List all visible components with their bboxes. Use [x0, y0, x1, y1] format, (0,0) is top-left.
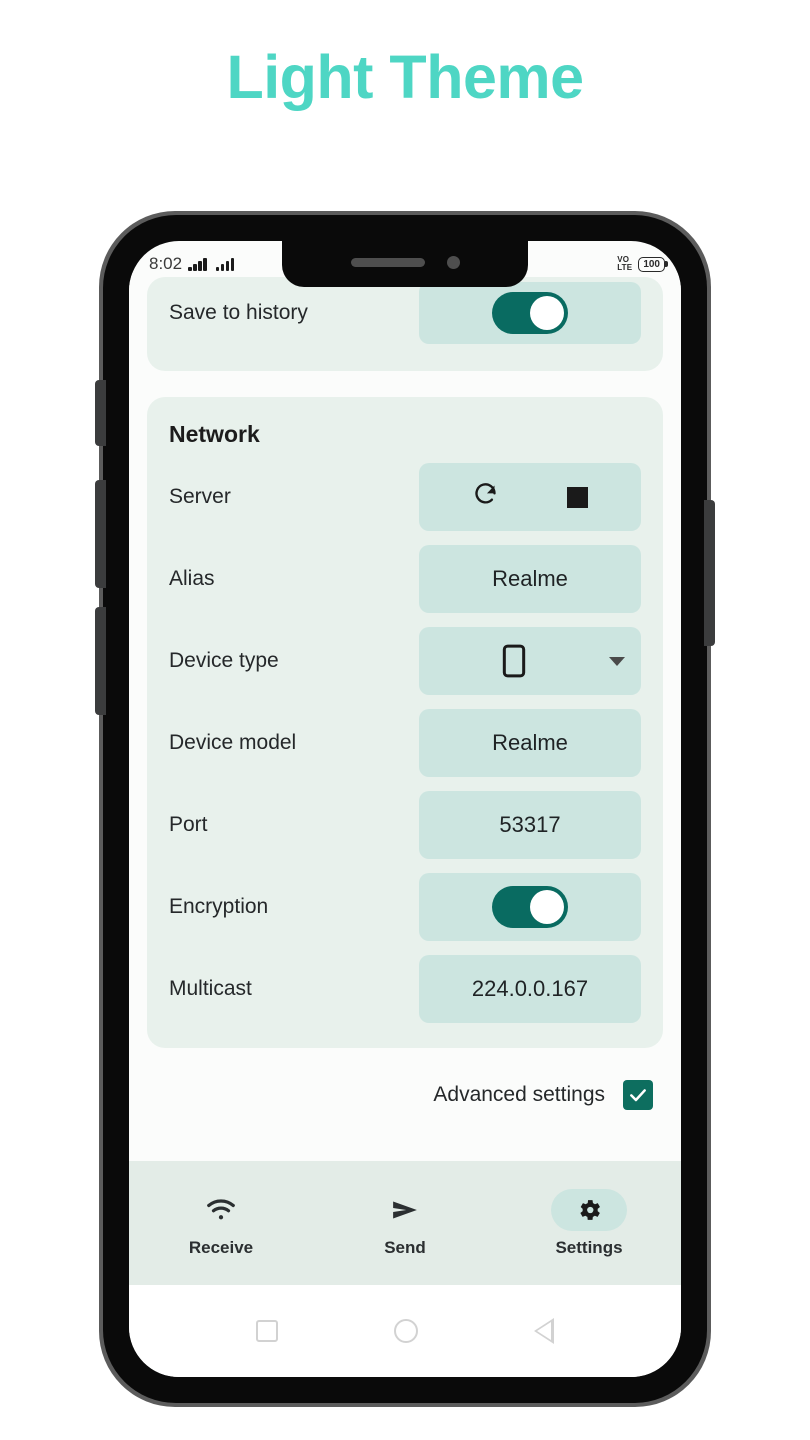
device-type-select-inner	[419, 644, 641, 678]
status-bar-left: 8:02	[149, 254, 235, 274]
gear-icon	[551, 1188, 627, 1231]
send-icon	[367, 1189, 443, 1231]
nav-item-receive[interactable]: Receive	[129, 1189, 313, 1258]
setting-row-multicast[interactable]: Multicast 224.0.0.167	[169, 948, 641, 1030]
network-card: Network Server Alias Realme Device type …	[147, 397, 663, 1048]
save-to-history-toggle-box[interactable]	[419, 282, 641, 344]
general-card: Save to history	[147, 277, 663, 371]
nav-item-settings[interactable]: Settings	[497, 1188, 681, 1258]
volte-line-1: VO	[617, 254, 630, 264]
toggle-knob	[530, 890, 564, 924]
chevron-down-icon[interactable]	[609, 656, 625, 666]
advanced-settings-label: Advanced settings	[433, 1083, 605, 1106]
nav-label-send: Send	[384, 1237, 426, 1257]
nav-label-receive: Receive	[188, 1237, 254, 1257]
advanced-settings-row[interactable]: Advanced settings	[147, 1074, 663, 1110]
volte-line-2: LTE	[617, 263, 633, 272]
encryption-toggle-box[interactable]	[419, 873, 641, 941]
device-type-label: Device type	[169, 649, 279, 672]
nav-label-settings: Settings	[555, 1237, 623, 1257]
save-to-history-toggle[interactable]	[492, 292, 568, 334]
alias-label: Alias	[169, 567, 215, 590]
circle-icon[interactable]	[394, 1319, 418, 1343]
notch	[282, 241, 528, 287]
network-card-title: Network	[169, 421, 260, 447]
check-icon	[630, 1089, 646, 1102]
bottom-nav: Receive Send Settings	[129, 1161, 681, 1285]
alias-value[interactable]: Realme	[419, 545, 641, 613]
multicast-value[interactable]: 224.0.0.167	[419, 955, 641, 1023]
stop-icon[interactable]	[567, 486, 588, 508]
signal-bars-secondary-icon	[215, 257, 235, 271]
square-icon[interactable]	[256, 1320, 278, 1342]
setting-row-device-type[interactable]: Device type	[169, 620, 641, 702]
setting-row-alias[interactable]: Alias Realme	[169, 538, 641, 620]
front-camera-icon	[446, 255, 460, 269]
page-title: Light Theme	[226, 43, 584, 111]
device-model-label: Device model	[169, 731, 297, 754]
phone-screen: 8:02 VO LTE 100 Save to history Network …	[129, 241, 681, 1377]
setting-row-port[interactable]: Port 53317	[169, 784, 641, 866]
setting-row-device-model[interactable]: Device model Realme	[169, 702, 641, 784]
device-model-value[interactable]: Realme	[419, 709, 641, 777]
phone-body: 8:02 VO LTE 100 Save to history Network …	[95, 215, 715, 1403]
device-type-select[interactable]	[419, 627, 641, 695]
port-label: Port	[169, 813, 208, 836]
setting-row-server[interactable]: Server	[169, 456, 641, 538]
save-to-history-label: Save to history	[169, 301, 308, 324]
server-label: Server	[169, 485, 231, 508]
silence-switch-button[interactable]	[95, 380, 106, 446]
volume-down-button[interactable]	[95, 607, 106, 715]
power-button[interactable]	[704, 500, 715, 646]
page-root: Light Theme 8:02 VO LTE 100 Save to hist…	[0, 0, 810, 1440]
encryption-toggle[interactable]	[492, 886, 568, 928]
smartphone-icon	[419, 644, 609, 678]
volume-up-button[interactable]	[95, 480, 106, 588]
wifi-icon	[183, 1189, 259, 1231]
speaker-grille-icon	[350, 257, 425, 267]
server-actions-box	[419, 463, 641, 531]
android-navigation-bar	[129, 1285, 681, 1377]
triangle-back-icon[interactable]	[534, 1318, 554, 1344]
volte-icon: VO LTE	[617, 254, 633, 273]
restart-icon[interactable]	[472, 481, 499, 514]
multicast-label: Multicast	[169, 977, 252, 1000]
nav-item-send[interactable]: Send	[313, 1189, 497, 1258]
encryption-label: Encryption	[169, 895, 269, 918]
advanced-settings-checkbox[interactable]	[623, 1080, 653, 1110]
settings-scroll-area[interactable]: Save to history Network Server Alias Rea…	[129, 273, 681, 1285]
server-icons	[419, 481, 641, 514]
status-bar-clock: 8:02	[149, 254, 183, 273]
port-value[interactable]: 53317	[419, 791, 641, 859]
battery-indicator: 100	[638, 256, 665, 272]
status-bar-right: VO LTE 100	[617, 254, 665, 273]
setting-row-save-to-history[interactable]: Save to history	[169, 277, 641, 349]
toggle-knob	[530, 296, 564, 330]
phone-frame: 8:02 VO LTE 100 Save to history Network …	[95, 211, 715, 1407]
setting-row-encryption[interactable]: Encryption	[169, 866, 641, 948]
signal-bars-icon	[188, 257, 207, 271]
